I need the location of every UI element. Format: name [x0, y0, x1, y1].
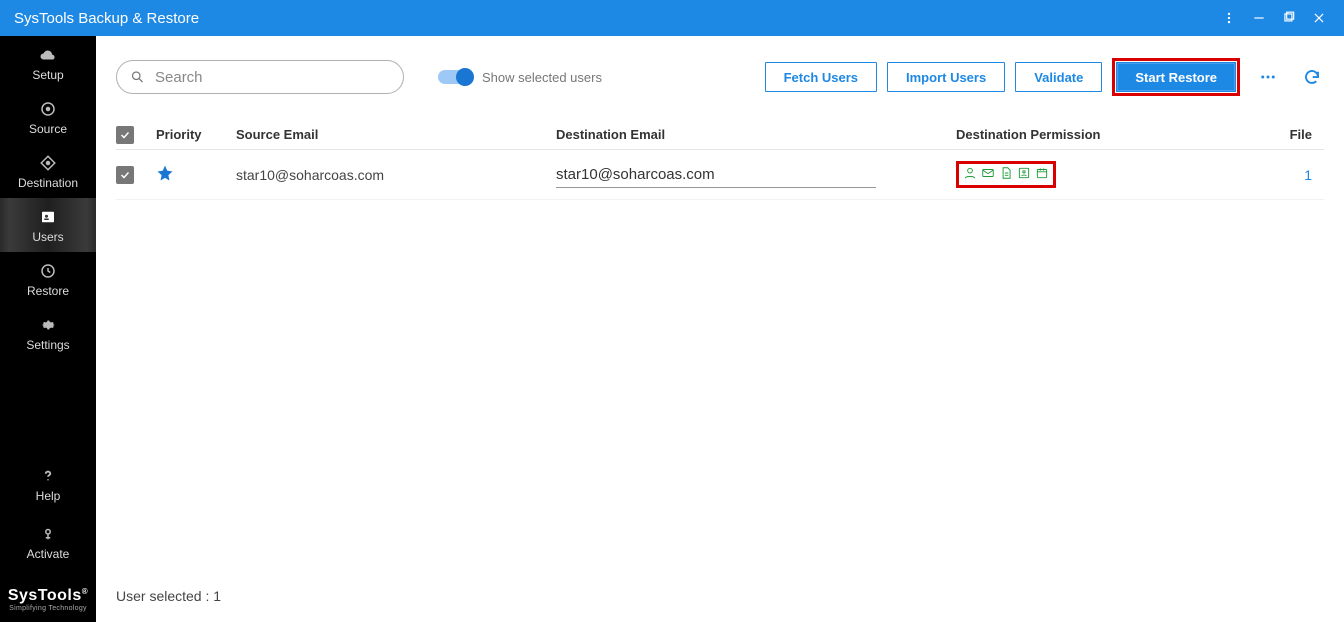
refresh-icon[interactable]: [1300, 68, 1324, 86]
header-permission: Destination Permission: [956, 127, 1206, 142]
minimize-icon[interactable]: [1244, 0, 1274, 36]
permission-highlight: [956, 161, 1056, 188]
users-table: Priority Source Email Destination Email …: [96, 120, 1344, 200]
target-icon: [39, 100, 57, 118]
clock-icon: [39, 262, 57, 280]
toggle-label: Show selected users: [482, 70, 602, 85]
more-icon[interactable]: [1256, 68, 1280, 86]
sidebar-item-label: Settings: [26, 338, 69, 352]
permission-document-icon: [999, 166, 1013, 183]
sidebar-item-users[interactable]: Users: [0, 198, 96, 252]
card-icon: [39, 208, 57, 226]
sidebar-item-label: Activate: [27, 547, 70, 561]
search-field-wrap: [116, 60, 404, 94]
header-source: Source Email: [236, 127, 556, 142]
maximize-icon[interactable]: [1274, 0, 1304, 36]
search-icon: [130, 70, 145, 85]
key-icon: [39, 525, 57, 543]
search-input[interactable]: [116, 60, 404, 94]
permission-contacts-icon: [963, 166, 977, 183]
show-selected-toggle[interactable]: [438, 70, 472, 84]
sidebar-item-label: Restore: [27, 284, 69, 298]
gear-icon: [39, 316, 57, 334]
sidebar-item-help[interactable]: Help: [0, 457, 96, 511]
file-count[interactable]: 1: [1304, 167, 1312, 183]
cloud-icon: [39, 46, 57, 64]
sidebar-item-activate[interactable]: Activate: [0, 525, 96, 569]
help-icon: [39, 467, 57, 485]
diamond-icon: [39, 154, 57, 172]
sidebar-item-label: Destination: [18, 176, 78, 190]
app-title: SysTools Backup & Restore: [14, 10, 199, 27]
toolbar: Show selected users Fetch Users Import U…: [96, 36, 1344, 96]
main-panel: Show selected users Fetch Users Import U…: [96, 36, 1344, 622]
header-priority: Priority: [156, 127, 236, 142]
start-restore-highlight: Start Restore: [1112, 58, 1240, 96]
sidebar: Setup Source Destination Users Restore: [0, 36, 96, 622]
source-email-cell: star10@soharcoas.com: [236, 167, 556, 183]
sidebar-item-label: Users: [32, 230, 63, 244]
fetch-users-button[interactable]: Fetch Users: [765, 62, 877, 92]
permission-mail-icon: [981, 166, 995, 183]
sidebar-item-label: Help: [36, 489, 61, 503]
priority-star-icon[interactable]: [156, 169, 174, 185]
sidebar-item-label: Source: [29, 122, 67, 136]
brand-logo: SysTools® Simplifying Technology: [8, 587, 88, 612]
sidebar-item-source[interactable]: Source: [0, 90, 96, 144]
destination-email-input[interactable]: [556, 162, 876, 188]
table-header: Priority Source Email Destination Email …: [116, 120, 1324, 150]
titlebar-menu-icon[interactable]: [1214, 0, 1244, 36]
start-restore-button[interactable]: Start Restore: [1116, 62, 1236, 92]
sidebar-item-setup[interactable]: Setup: [0, 36, 96, 90]
table-row: star10@soharcoas.com: [116, 150, 1324, 200]
sidebar-item-destination[interactable]: Destination: [0, 144, 96, 198]
validate-button[interactable]: Validate: [1015, 62, 1102, 92]
close-icon[interactable]: [1304, 0, 1334, 36]
select-all-checkbox[interactable]: [116, 126, 134, 144]
permission-calendar-icon: [1035, 166, 1049, 183]
sidebar-item-settings[interactable]: Settings: [0, 306, 96, 360]
row-checkbox[interactable]: [116, 166, 134, 184]
import-users-button[interactable]: Import Users: [887, 62, 1005, 92]
titlebar: SysTools Backup & Restore: [0, 0, 1344, 36]
sidebar-item-label: Setup: [32, 68, 63, 82]
sidebar-item-restore[interactable]: Restore: [0, 252, 96, 306]
header-file: File: [1206, 127, 1324, 142]
status-text: User selected : 1: [116, 588, 221, 604]
permission-id-icon: [1017, 166, 1031, 183]
header-destination: Destination Email: [556, 127, 956, 142]
